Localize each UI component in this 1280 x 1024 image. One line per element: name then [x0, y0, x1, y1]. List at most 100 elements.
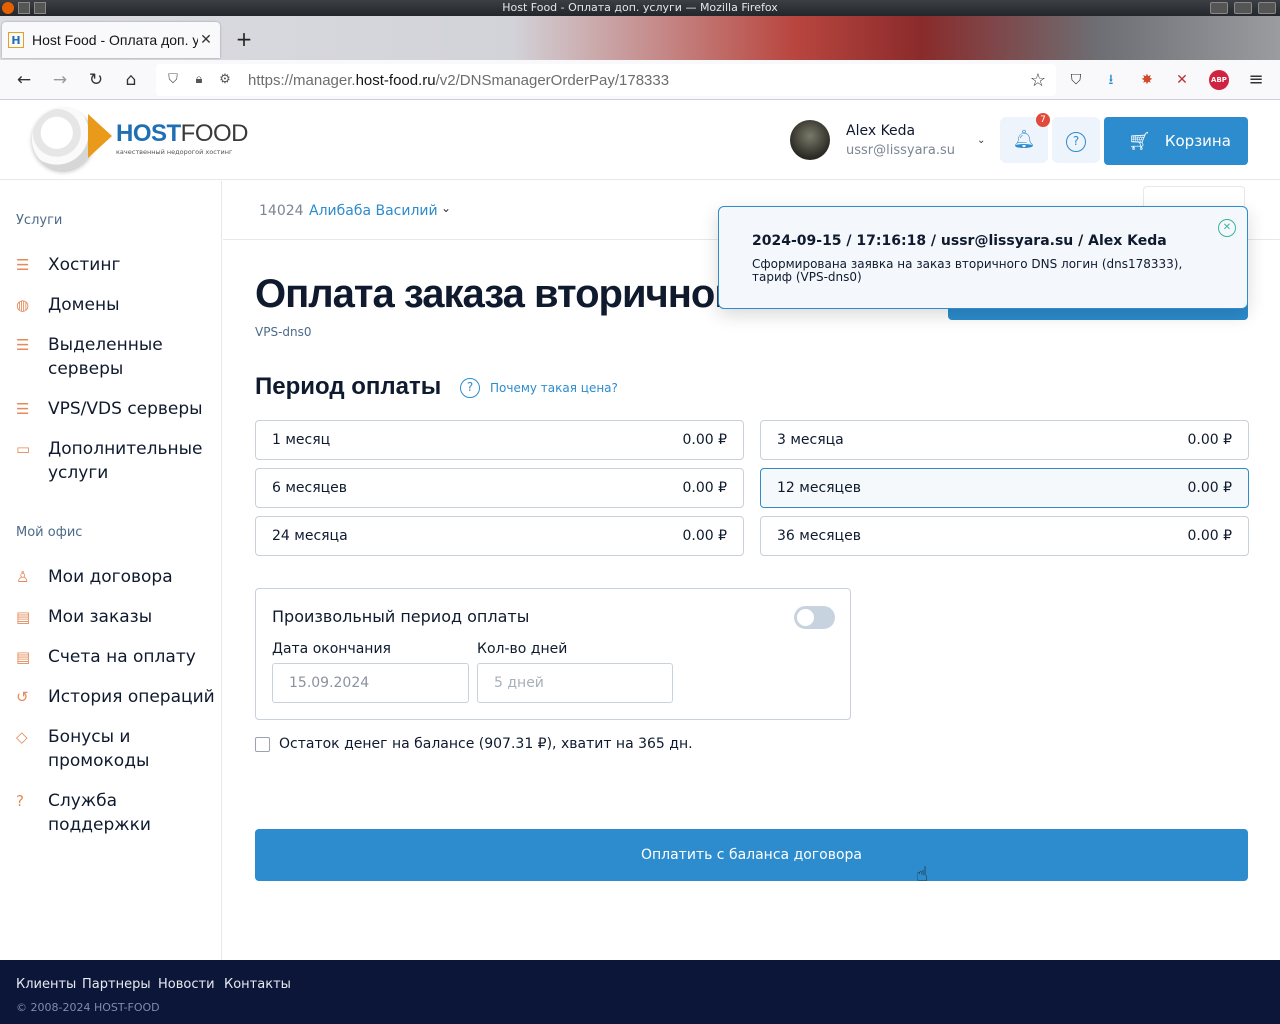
- sidebar-item-history[interactable]: ↺ История операций: [16, 685, 216, 709]
- reload-icon[interactable]: ↻: [86, 70, 106, 90]
- sidebar-item-vps[interactable]: ☰ VPS/VDS серверы: [16, 397, 216, 421]
- hand-cursor-icon: ☝: [916, 862, 929, 886]
- sidebar-section-services: Услуги: [16, 213, 63, 228]
- cart-button[interactable]: 🛒︎ Корзина: [1104, 117, 1248, 165]
- sidebar-item-orders[interactable]: ▤ Мои заказы: [16, 605, 216, 629]
- sidebar-item-bonuses[interactable]: ◇ Бонусы и промокоды: [16, 725, 216, 773]
- page-subtitle: VPS-dns0: [255, 325, 312, 339]
- server-icon: ☰: [16, 336, 30, 354]
- user-name: Alex Keda: [846, 122, 916, 139]
- window-menu-icon-2[interactable]: [34, 2, 46, 14]
- period-option-1[interactable]: 1 месяц 0.00 ₽: [255, 420, 744, 460]
- contract-name[interactable]: Алибаба Василий: [309, 203, 438, 219]
- end-date-label: Дата окончания: [272, 641, 391, 657]
- browser-tab[interactable]: H Host Food - Оплата доп. ус ✕: [2, 22, 220, 58]
- avatar: [790, 120, 830, 160]
- sidebar-item-invoices[interactable]: ▤ Счета на оплату: [16, 645, 216, 669]
- forward-icon[interactable]: →: [50, 70, 70, 90]
- back-icon[interactable]: ←: [14, 70, 34, 90]
- contract-id: 14024: [259, 203, 304, 219]
- extension-icon[interactable]: ✸: [1137, 70, 1157, 90]
- help-button[interactable]: ?: [1052, 117, 1100, 163]
- balance-checkbox[interactable]: [255, 736, 270, 752]
- copyright: © 2008-2024 HOST-FOOD: [16, 1001, 160, 1014]
- period-heading: Период оплаты: [255, 373, 442, 400]
- hostfood-favicon-icon: H: [8, 32, 24, 48]
- window-menu-icon[interactable]: [18, 2, 30, 14]
- notifications-button[interactable]: 🔔︎ 7: [1000, 113, 1050, 163]
- sidebar-item-dedicated[interactable]: ☰ Выделенные серверы: [16, 333, 216, 381]
- new-tab-button[interactable]: +: [232, 28, 256, 52]
- sidebar-item-domains[interactable]: ◍ Домены: [16, 293, 216, 317]
- firefox-icon: [2, 2, 14, 14]
- window-icon: ▭: [16, 440, 31, 458]
- chevron-down-icon[interactable]: ⌄: [977, 135, 985, 146]
- cart-icon: 🛒︎: [1128, 130, 1151, 152]
- sidebar-item-hosting[interactable]: ☰ Хостинг: [16, 253, 216, 277]
- tab-strip: H Host Food - Оплата доп. ус ✕ +: [0, 16, 1280, 60]
- permissions-icon[interactable]: ⚙: [216, 71, 234, 89]
- sidebar-item-contracts[interactable]: ♙ Мои договора: [16, 565, 216, 589]
- vps-icon: ☰: [16, 400, 30, 418]
- logo-food: FOOD: [180, 120, 249, 147]
- days-field[interactable]: 5 дней: [477, 663, 673, 703]
- notification-message: Сформирована заявка на заказ вторичного …: [752, 257, 1183, 284]
- footer-link-partners[interactable]: Партнеры: [82, 977, 151, 992]
- custom-period-title: Произвольный период оплаты: [272, 607, 530, 626]
- user-menu[interactable]: Alex Keda ussr@lissyara.su ⌄: [790, 120, 985, 160]
- period-option-24[interactable]: 24 месяца 0.00 ₽: [255, 516, 744, 556]
- close-window-button[interactable]: [1258, 2, 1276, 14]
- close-icon[interactable]: ✕: [1218, 219, 1236, 237]
- url-bar[interactable]: ⛉ 🔒︎ ⚙ https://manager.host-food.ru/v2/D…: [156, 64, 1056, 96]
- close-tab-icon[interactable]: ✕: [198, 32, 214, 48]
- shield-icon[interactable]: ⛉: [164, 71, 182, 89]
- notification-badge: 7: [1036, 113, 1050, 127]
- bookmark-star-icon[interactable]: ☆: [1030, 70, 1046, 91]
- toggle-knob: [797, 609, 814, 626]
- arrow-icon: [88, 114, 112, 158]
- footer-link-contacts[interactable]: Контакты: [224, 977, 291, 992]
- pay-from-balance-button[interactable]: Оплатить с баланса договора: [255, 829, 1248, 881]
- maximize-button[interactable]: [1234, 2, 1252, 14]
- menu-icon[interactable]: ≡: [1246, 70, 1266, 90]
- os-title-bar: Host Food - Оплата доп. услуги — Mozilla…: [0, 0, 1280, 16]
- extension-tools-icon[interactable]: ✕: [1172, 70, 1192, 90]
- downloads-icon[interactable]: ⭳: [1101, 70, 1121, 90]
- server-stack-icon: ☰: [16, 256, 30, 274]
- globe-icon: ◍: [16, 296, 30, 314]
- why-price-link[interactable]: ? Почему такая цена?: [460, 378, 618, 398]
- hostfood-logo[interactable]: HOSTFOOD качественный недорогой хостинг: [32, 106, 249, 172]
- custom-period-toggle[interactable]: [794, 606, 835, 629]
- minimize-button[interactable]: [1210, 2, 1228, 14]
- plate-icon: [32, 108, 94, 170]
- lock-icon[interactable]: 🔒︎: [190, 71, 208, 89]
- question-icon: ?: [1066, 132, 1086, 152]
- custom-period-panel: Произвольный период оплаты Дата окончани…: [255, 588, 851, 720]
- navigation-bar: ← → ↻ ⌂ ⛉ 🔒︎ ⚙ https://manager.host-food…: [0, 60, 1280, 100]
- user-icon: ♙: [16, 568, 30, 586]
- notification-header: 2024-09-15 / 17:16:18 / ussr@lissyara.su…: [752, 233, 1167, 249]
- period-option-12[interactable]: 12 месяцев 0.00 ₽: [760, 468, 1249, 508]
- chevron-down-icon[interactable]: ⌄: [441, 201, 451, 215]
- footer-link-news[interactable]: Новости: [158, 977, 215, 992]
- sidebar-item-additional[interactable]: ▭ Дополнительные услуги: [16, 437, 216, 485]
- balance-text: Остаток денег на балансе (907.31 ₽), хва…: [279, 736, 693, 752]
- sidebar-item-support[interactable]: ? Служба поддержки: [16, 789, 216, 837]
- pocket-icon[interactable]: ⛉: [1066, 70, 1086, 90]
- adblock-icon[interactable]: ABP: [1209, 70, 1229, 90]
- end-date-field[interactable]: 15.09.2024: [272, 663, 469, 703]
- window-title: Host Food - Оплата доп. услуги — Mozilla…: [502, 1, 778, 14]
- period-option-6[interactable]: 6 месяцев 0.00 ₽: [255, 468, 744, 508]
- invoice-icon: ▤: [16, 648, 31, 666]
- period-option-36[interactable]: 36 месяцев 0.00 ₽: [760, 516, 1249, 556]
- logo-tagline: качественный недорогой хостинг: [116, 148, 233, 156]
- footer-link-clients[interactable]: Клиенты: [16, 977, 76, 992]
- question-icon: ?: [460, 378, 480, 398]
- tag-icon: ◇: [16, 728, 28, 746]
- home-icon[interactable]: ⌂: [121, 70, 141, 90]
- sidebar-section-office: Мой офис: [16, 525, 83, 540]
- site-footer: Клиенты Партнеры Новости Контакты © 2008…: [0, 960, 1280, 1024]
- use-balance-checkbox-row[interactable]: Остаток денег на балансе (907.31 ₽), хва…: [255, 736, 693, 752]
- period-option-3[interactable]: 3 месяца 0.00 ₽: [760, 420, 1249, 460]
- notification-toast: 2024-09-15 / 17:16:18 / ussr@lissyara.su…: [718, 206, 1248, 309]
